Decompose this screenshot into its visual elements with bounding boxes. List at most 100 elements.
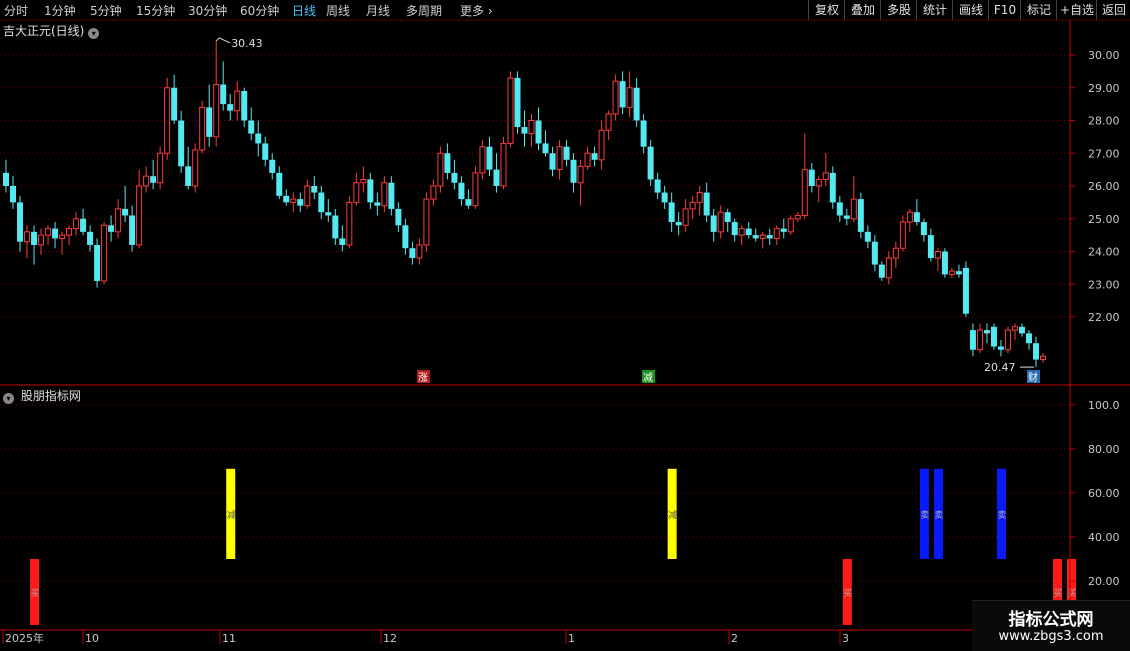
candle-body-down <box>311 186 318 193</box>
candle-body-down <box>927 235 934 259</box>
candle-body-up <box>115 208 122 233</box>
candle-body-down <box>31 231 38 245</box>
time-tick-label: 2025年 <box>5 631 44 645</box>
candle-body-down <box>1032 343 1039 360</box>
candle-body-down <box>318 192 325 213</box>
candle-body-down <box>808 169 815 186</box>
candle-body-down <box>521 127 528 134</box>
indicator-tick-label: 100.0 <box>1088 399 1120 412</box>
candle-body-up <box>164 87 171 154</box>
low-label: 20.47 <box>984 361 1016 374</box>
candle-body-down <box>752 235 759 239</box>
candle-body-down <box>388 182 395 209</box>
candle-body-down <box>955 271 962 275</box>
candle-body-up <box>304 185 311 207</box>
candle-body-up <box>290 198 297 203</box>
candle-body-down <box>843 215 850 219</box>
candle-body-up <box>73 218 80 230</box>
candle-body-up <box>773 228 780 239</box>
candle-body-up <box>626 87 633 108</box>
price-tick-label: 29.00 <box>1088 82 1120 95</box>
candle-body-down <box>206 107 213 137</box>
indicator-panel-title[interactable]: ▾ 股朋指标网 <box>3 387 81 404</box>
candle-body-down <box>514 77 521 128</box>
candle-body-down <box>633 87 640 121</box>
candle-body-down <box>150 176 157 183</box>
price-tick-label: 30.00 <box>1088 49 1120 62</box>
candle-body-down <box>493 169 500 186</box>
grid-lines <box>0 54 1070 582</box>
candle-body-down <box>465 199 472 206</box>
indicator-bar-label: 卖 <box>920 510 929 521</box>
indicator-bar-label: 卖 <box>997 510 1006 521</box>
candle-body-down <box>94 244 101 281</box>
candle-body-down <box>227 104 234 111</box>
candle-body-down <box>108 225 115 232</box>
indicator-bar-label: 买 <box>1054 588 1063 599</box>
chevron-down-icon[interactable]: ▾ <box>3 393 14 404</box>
chevron-down-icon[interactable]: ▾ <box>88 28 100 39</box>
candle-body-down <box>444 153 451 173</box>
candle-body-down <box>591 153 598 160</box>
candle-body-down <box>17 202 24 242</box>
high-marker <box>215 37 231 44</box>
candle-body-up <box>528 120 535 135</box>
candle-body-down <box>990 326 997 347</box>
candle-body-down <box>367 179 374 203</box>
candle-body-up <box>24 231 31 243</box>
candle-body-up <box>892 247 899 259</box>
time-tick-label: 2 <box>731 632 738 645</box>
candle-body-up <box>234 90 241 112</box>
indicator-bar-label: 减 <box>668 509 677 521</box>
candle-body-down <box>262 143 269 160</box>
candle-body-up <box>1004 329 1011 351</box>
candle-body-down <box>87 231 94 245</box>
candle-body-up <box>556 146 563 171</box>
candle-body-up <box>59 234 66 239</box>
candle-body-up <box>479 146 486 174</box>
event-marker-label: 涨 <box>418 372 428 384</box>
candle-body-up <box>577 165 584 184</box>
candle-body-up <box>885 257 892 279</box>
candle-body-up <box>45 228 52 236</box>
candle-body-up <box>500 142 507 187</box>
price-tick-label: 24.00 <box>1088 246 1120 259</box>
price-tick-label: 27.00 <box>1088 147 1120 160</box>
watermark-line1: 指标公式网 <box>1008 610 1094 630</box>
candle-body-up <box>948 270 955 275</box>
candle-body-down <box>374 202 381 206</box>
watermark-logo: 指标公式网 www.zbgs3.com <box>972 600 1130 651</box>
time-tick-label: 10 <box>85 632 99 645</box>
kline-chart[interactable]: 买减 减买卖卖卖买买 30.0029.0028.0027.0026.0025.00… <box>0 0 1130 650</box>
candle-body-up <box>1040 355 1046 361</box>
candle-body-down <box>325 212 332 216</box>
candle-body-down <box>920 222 927 236</box>
candle-body-down <box>983 330 990 334</box>
candle-body-down <box>647 146 654 180</box>
candle-body-down <box>1025 333 1032 344</box>
candle-body-down <box>661 192 668 203</box>
candle-body-down <box>1018 326 1025 334</box>
time-tick-label: 12 <box>383 632 397 645</box>
candle-body-up <box>346 201 353 246</box>
candle-body-up <box>157 152 164 184</box>
candle-body-up <box>899 221 906 249</box>
candle-body-down <box>745 228 752 236</box>
candle-body-down <box>269 159 276 173</box>
candle-body-up <box>822 172 829 180</box>
candle-body-down <box>619 81 626 108</box>
price-tick-label: 22.00 <box>1088 311 1120 324</box>
candle-body-down <box>402 225 409 249</box>
candle-body-down <box>731 222 738 236</box>
candle-body-up <box>213 83 220 138</box>
price-tick-label: 26.00 <box>1088 180 1120 193</box>
candle-body-up <box>416 244 423 259</box>
main-panel-title[interactable]: 吉大正元(日线) ▾ <box>3 22 102 39</box>
candle-body-down <box>171 87 178 121</box>
candle-body-up <box>199 106 206 151</box>
candle-body-down <box>395 208 402 226</box>
candle-body-up <box>689 201 696 210</box>
candle-body-down <box>857 199 864 232</box>
candlestick-series <box>3 40 1046 368</box>
candle-body-up <box>507 77 514 144</box>
